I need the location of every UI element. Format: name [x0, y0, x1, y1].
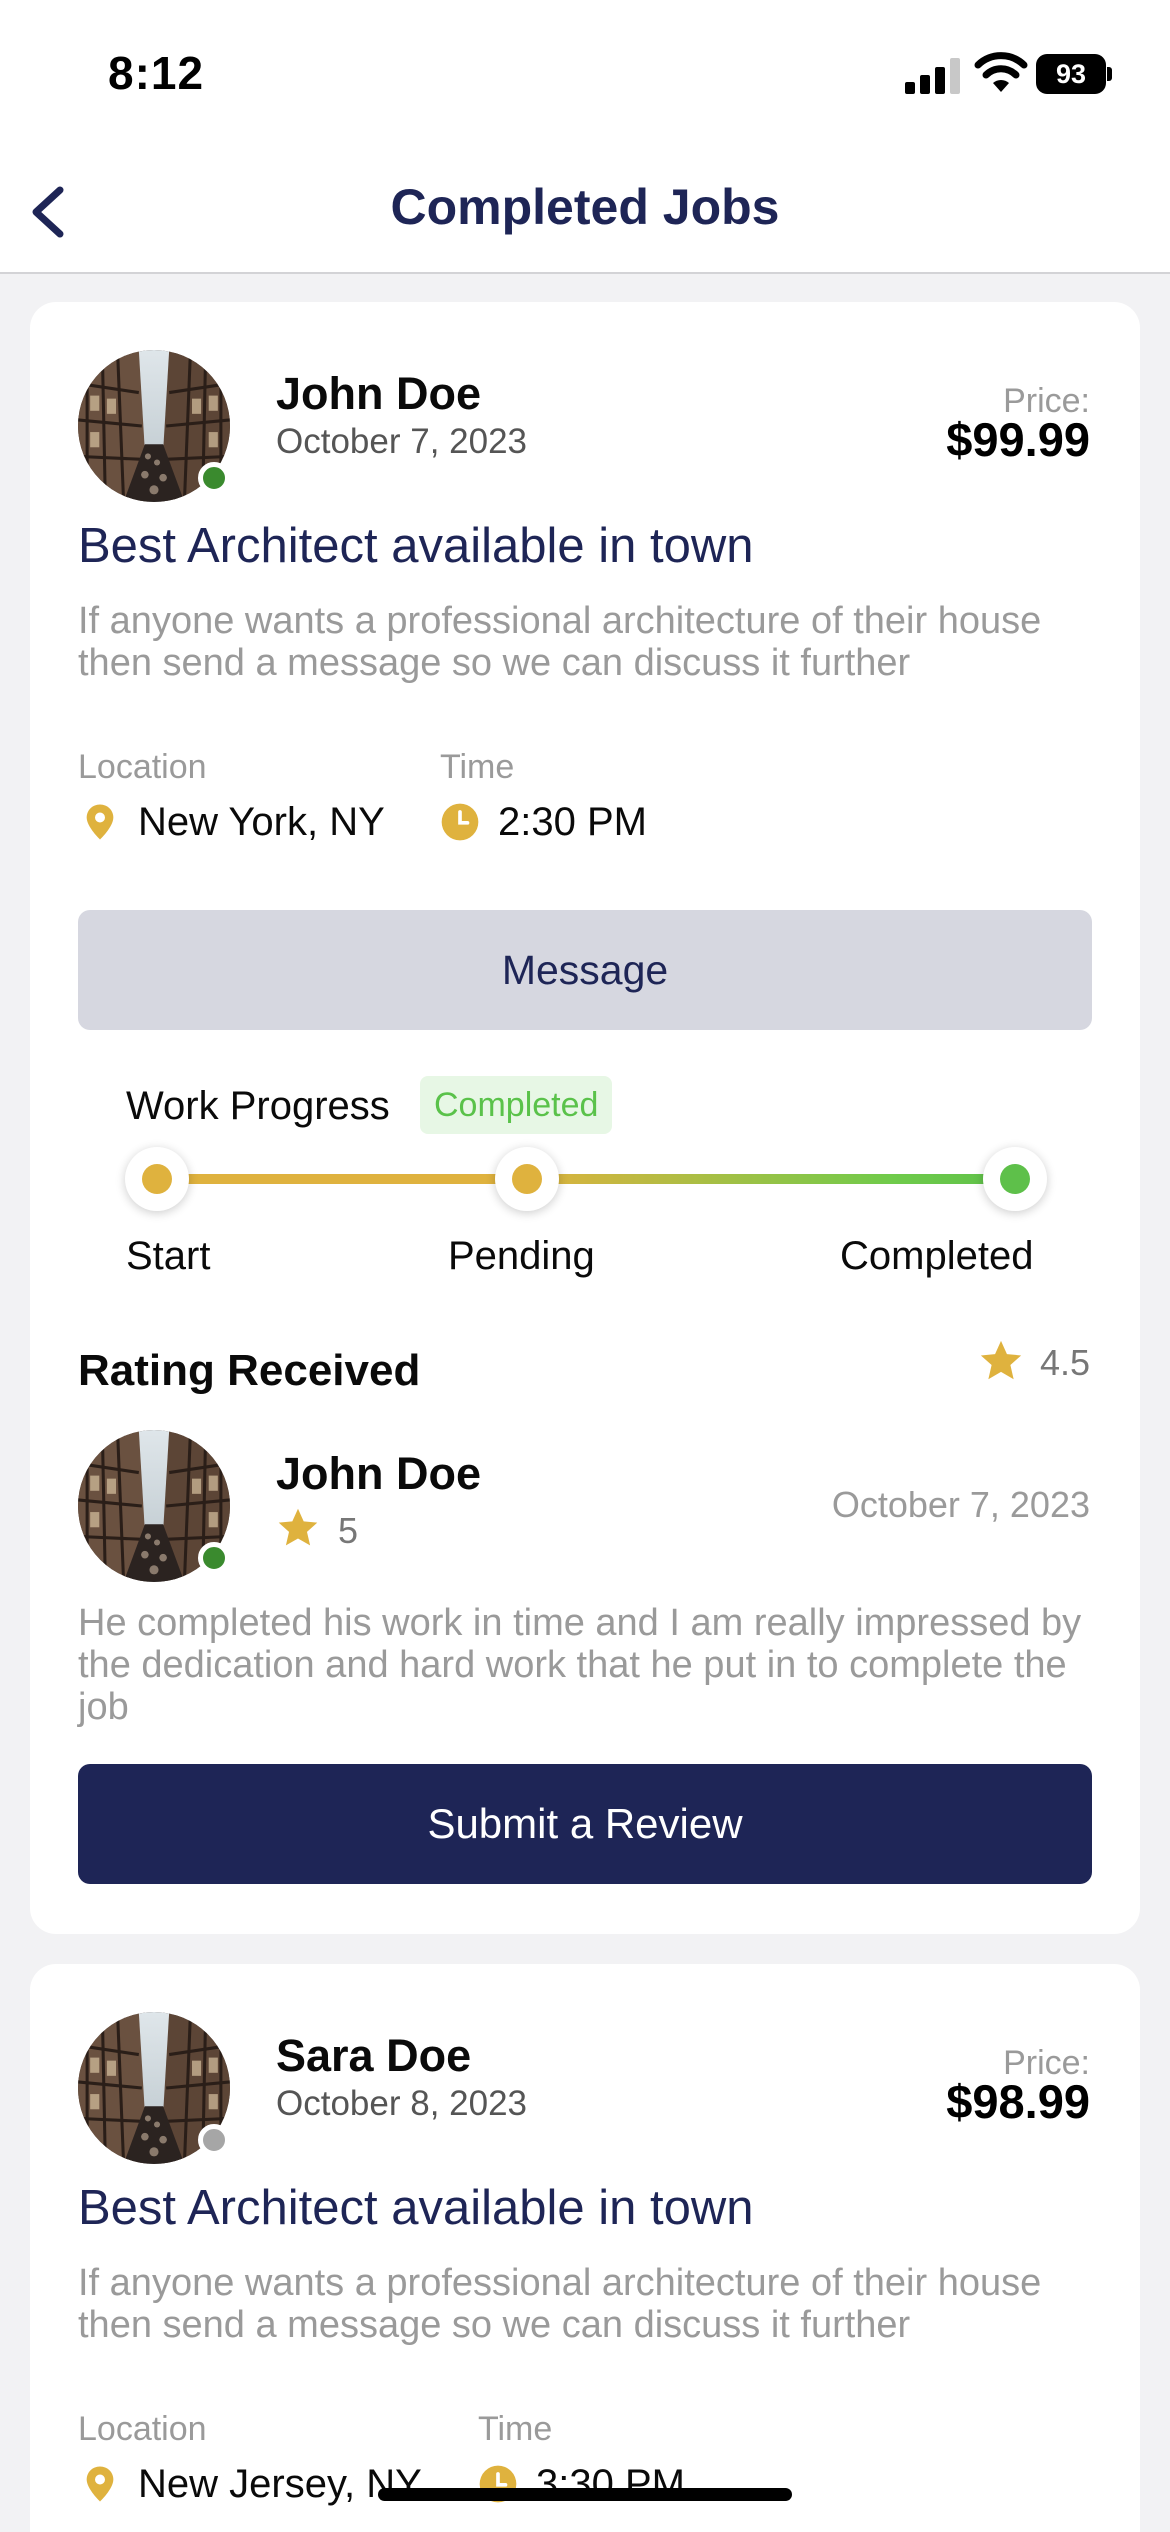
submit-review-button[interactable]: Submit a Review: [78, 1764, 1092, 1884]
location-value: New York, NY: [138, 800, 385, 844]
clock-icon: [440, 802, 480, 842]
job-date: October 7, 2023: [276, 422, 527, 461]
job-title: Best Architect available in town: [78, 2181, 754, 2235]
home-indicator: [378, 2488, 792, 2501]
location-label: Location: [78, 2410, 207, 2448]
job-title: Best Architect available in town: [78, 519, 754, 573]
location-pin-icon: [80, 2464, 120, 2504]
battery-level: 93: [1036, 54, 1106, 94]
rating-received-title: Rating Received: [78, 1346, 421, 1395]
job-card: John Doe October 7, 2023 Price: $99.99 B…: [30, 302, 1140, 1934]
star-icon: [276, 1506, 320, 1550]
location-label: Location: [78, 748, 207, 786]
signal-icon: [905, 58, 961, 94]
progress-step-pending: Pending: [448, 1234, 595, 1278]
overall-rating: 4.5: [1040, 1342, 1091, 1383]
page-title: Completed Jobs: [390, 179, 780, 235]
price-value: $98.99: [946, 2075, 1090, 2128]
job-date: October 8, 2023: [276, 2084, 527, 2123]
avatar[interactable]: [78, 2012, 230, 2164]
location-pin-icon: [80, 802, 120, 842]
price-value: $99.99: [946, 413, 1090, 466]
progress-step-start: Start: [126, 1234, 211, 1278]
job-description: If anyone wants a professional architect…: [78, 2262, 1042, 2346]
progress-track-start: [157, 1174, 527, 1184]
nav-bar: Completed Jobs: [0, 150, 1170, 274]
battery-icon: 93: [1036, 54, 1112, 94]
time-value: 2:30 PM: [498, 800, 647, 844]
work-progress-label: Work Progress: [126, 1084, 390, 1128]
progress-step-completed: Completed: [840, 1234, 1034, 1278]
progress-node-start: [125, 1147, 189, 1211]
message-button[interactable]: Message: [78, 910, 1092, 1030]
review-text: He completed his work in time and I am r…: [78, 1602, 1082, 1728]
status-badge: Completed: [420, 1076, 613, 1134]
reviewer-rating: 5: [338, 1510, 359, 1551]
status-time: 8:12: [108, 47, 205, 99]
reviewer-avatar[interactable]: [78, 1430, 230, 1582]
wifi-icon: [974, 52, 1028, 92]
location-value: New Jersey, NY: [138, 2462, 422, 2506]
progress-track-end: [527, 1174, 1015, 1184]
reviewer-name: John Doe: [276, 1448, 482, 1499]
offline-status-dot: [198, 2124, 230, 2156]
job-description: If anyone wants a professional architect…: [78, 600, 1042, 684]
job-poster-name: John Doe: [276, 368, 482, 419]
job-card: Sara Doe October 8, 2023 Price: $98.99 B…: [30, 1964, 1140, 2532]
time-label: Time: [440, 748, 515, 786]
review-date: October 7, 2023: [831, 1484, 1090, 1525]
time-label: Time: [478, 2410, 553, 2448]
status-bar: 8:12 93: [0, 0, 1170, 150]
star-icon: [978, 1338, 1024, 1384]
online-status-dot: [198, 462, 230, 494]
job-poster-name: Sara Doe: [276, 2030, 472, 2081]
online-status-dot: [198, 1542, 230, 1574]
progress-node-pending: [495, 1147, 559, 1211]
avatar[interactable]: [78, 350, 230, 502]
progress-node-completed: [983, 1147, 1047, 1211]
